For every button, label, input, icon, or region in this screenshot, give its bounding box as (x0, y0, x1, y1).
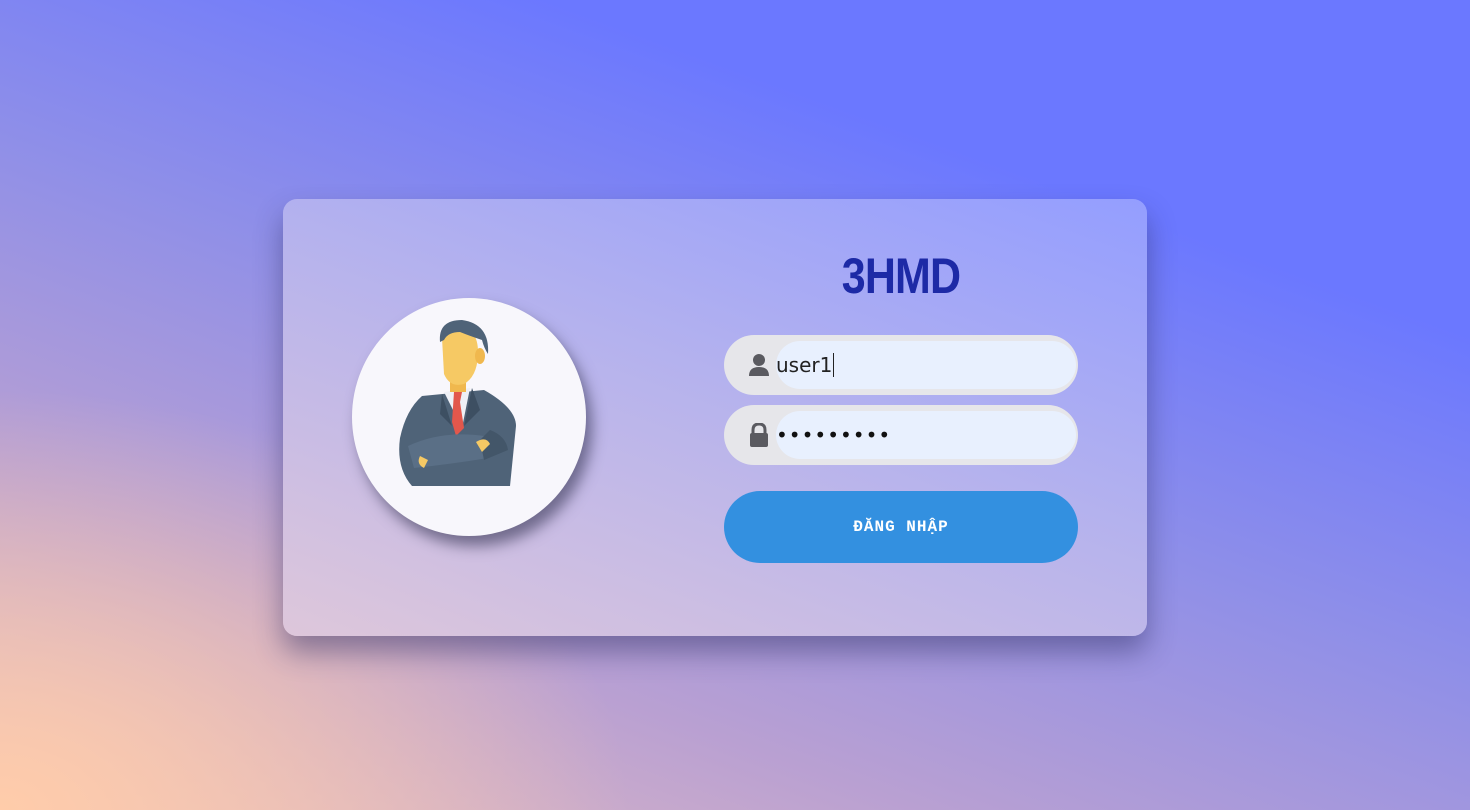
businessman-avatar-icon (399, 320, 516, 486)
text-caret (833, 352, 835, 377)
username-input[interactable]: user1 (776, 341, 1076, 389)
user-icon (749, 354, 769, 376)
login-card: 3HMD user1 ••••••••• ĐĂNG NHẬP (283, 199, 1147, 636)
password-input[interactable]: ••••••••• (776, 411, 1076, 459)
username-field[interactable]: user1 (724, 335, 1078, 395)
lock-icon (750, 423, 768, 447)
password-field[interactable]: ••••••••• (724, 405, 1078, 465)
brand-title: 3HMD (841, 248, 961, 304)
username-value: user1 (776, 353, 833, 377)
password-masked-value: ••••••••• (776, 423, 892, 447)
login-button[interactable]: ĐĂNG NHẬP (724, 491, 1078, 563)
avatar (352, 298, 586, 536)
